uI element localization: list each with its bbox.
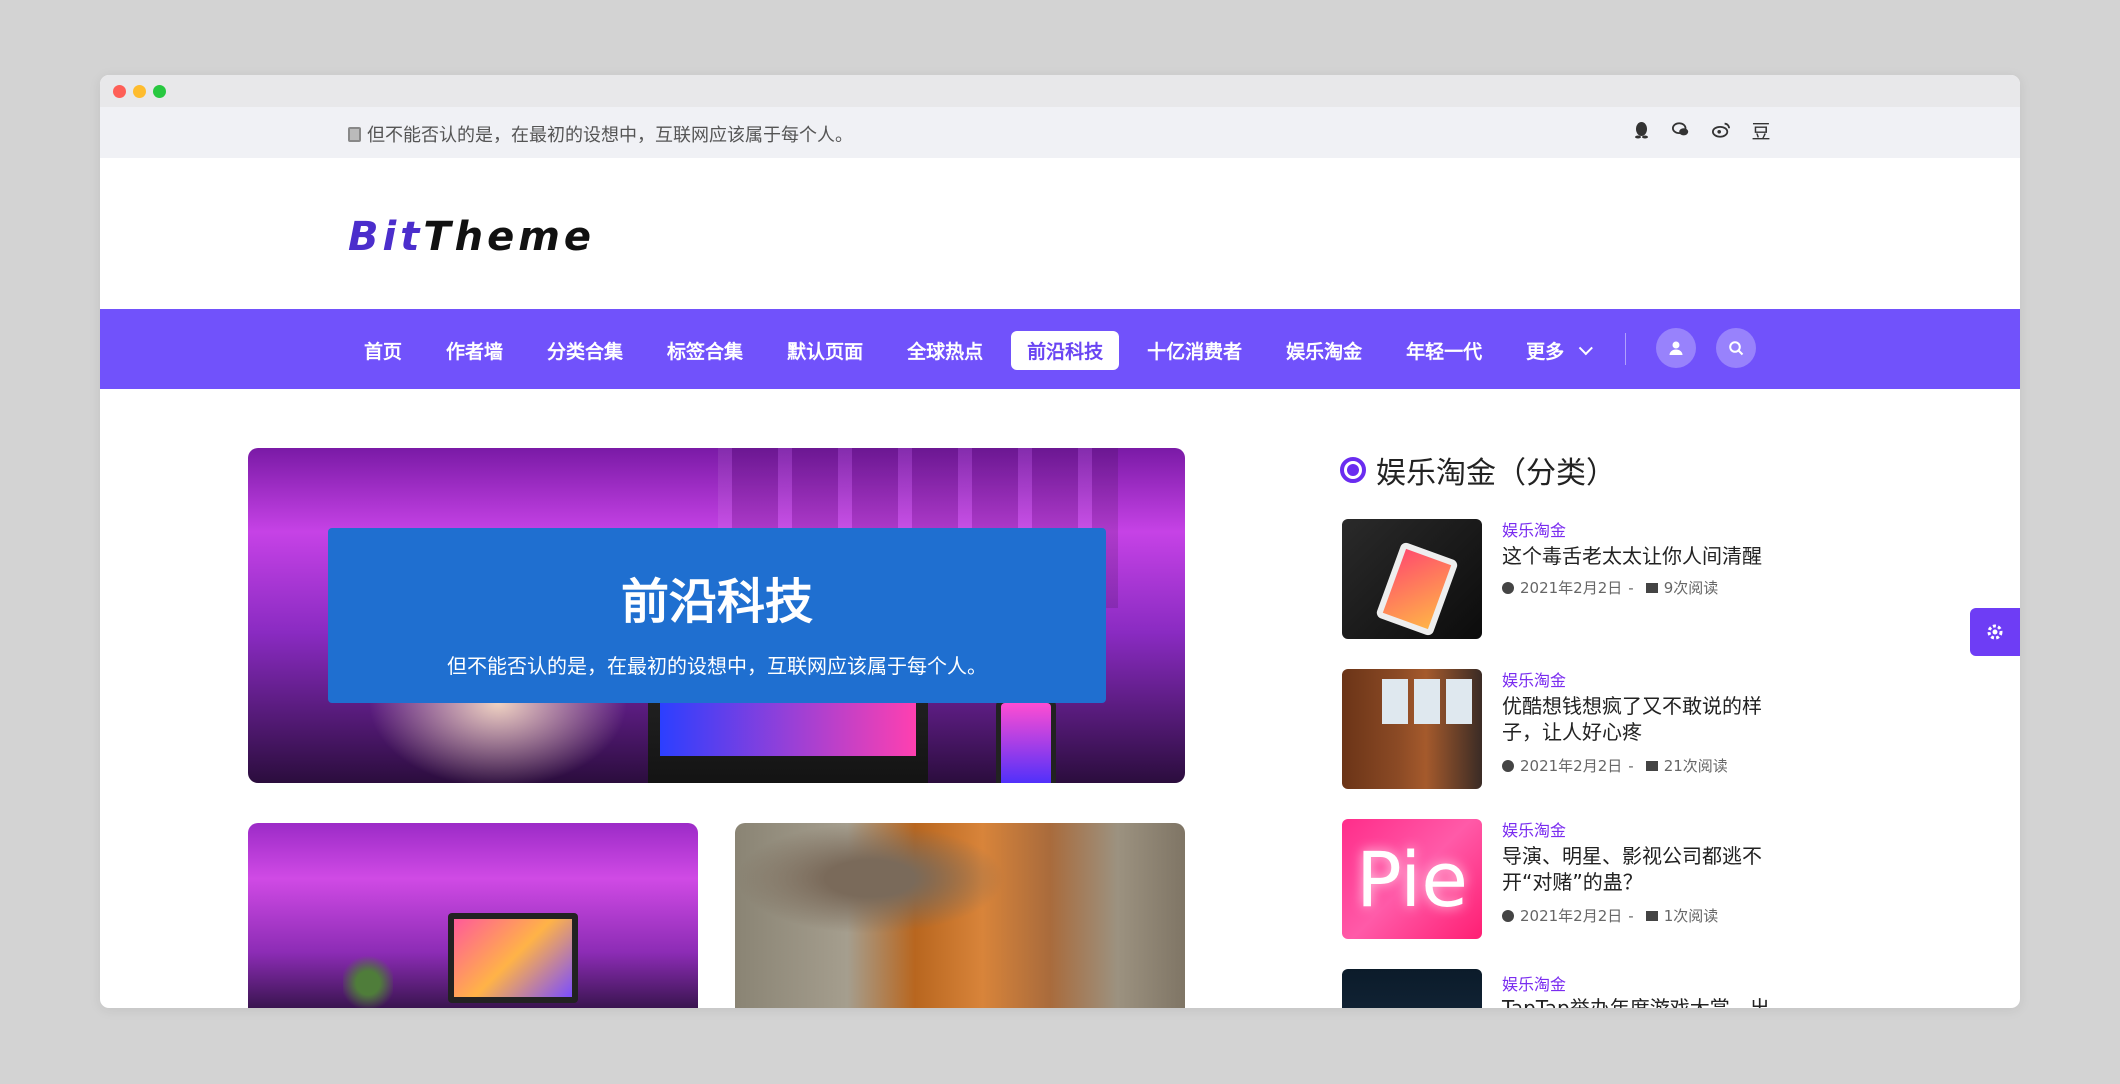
nav-item-billion-consumers[interactable]: 十亿消费者 bbox=[1131, 331, 1258, 370]
post-meta: 2021年2月2日 - 9次阅读 bbox=[1502, 577, 1718, 598]
user-button[interactable] bbox=[1656, 328, 1696, 368]
nav-item-categories[interactable]: 分类合集 bbox=[531, 331, 639, 370]
clock-icon bbox=[1502, 581, 1514, 594]
logo-part-bit: Bit bbox=[348, 214, 424, 260]
post-category[interactable]: 娱乐淘金 bbox=[1502, 971, 1566, 995]
meta-separator: - bbox=[1628, 756, 1634, 775]
search-icon bbox=[1729, 341, 1744, 356]
nav-item-more[interactable]: 更多 bbox=[1510, 331, 1604, 370]
site-logo[interactable]: BitTheme bbox=[348, 214, 595, 260]
radio-dot-icon bbox=[1340, 457, 1366, 483]
nav-menu: 首页 作者墙 分类合集 标签合集 默认页面 全球热点 前沿科技 十亿消费者 娱乐… bbox=[348, 331, 1604, 370]
post-title[interactable]: 导演、明星、影视公司都逃不开“对赌”的蛊？ bbox=[1502, 843, 1782, 895]
hero-card: 前沿科技 但不能否认的是，在最初的设想中，互联网应该属于每个人。 bbox=[328, 528, 1106, 703]
post-reads: 1次阅读 bbox=[1663, 907, 1719, 925]
nav-item-default-page[interactable]: 默认页面 bbox=[771, 331, 879, 370]
post-thumbnail[interactable] bbox=[1342, 969, 1482, 1008]
notice-icon bbox=[348, 126, 361, 142]
notice-text: 但不能否认的是，在最初的设想中，互联网应该属于每个人。 bbox=[367, 125, 853, 146]
nav-item-entertainment[interactable]: 娱乐淘金 bbox=[1270, 331, 1378, 370]
post-meta: 2021年2月2日 - 21次阅读 bbox=[1502, 755, 1728, 776]
clock-icon bbox=[1502, 909, 1514, 922]
top-notice-bar: 但不能否认的是，在最初的设想中，互联网应该属于每个人。 豆 bbox=[100, 107, 2020, 158]
nav-divider bbox=[1625, 333, 1626, 365]
post-category[interactable]: 娱乐淘金 bbox=[1502, 667, 1566, 691]
user-icon bbox=[1669, 341, 1683, 355]
wechat-icon[interactable] bbox=[1672, 121, 1690, 139]
nav-item-global-hotspots[interactable]: 全球热点 bbox=[891, 331, 999, 370]
post-reads: 21次阅读 bbox=[1663, 757, 1728, 775]
clock-icon bbox=[1502, 759, 1514, 772]
book-icon bbox=[1645, 910, 1658, 921]
post-category[interactable]: 娱乐淘金 bbox=[1502, 817, 1566, 841]
book-icon bbox=[1645, 582, 1658, 593]
widget-title-text: 娱乐淘金（分类） bbox=[1376, 456, 1616, 491]
widget-title: 娱乐淘金（分类） bbox=[1340, 448, 1780, 492]
hero-banner[interactable]: 前沿科技 但不能否认的是，在最初的设想中，互联网应该属于每个人。 bbox=[248, 448, 1185, 783]
nav-item-tags[interactable]: 标签合集 bbox=[651, 331, 759, 370]
qq-icon[interactable] bbox=[1632, 121, 1650, 139]
chevron-down-icon bbox=[1578, 340, 1594, 355]
search-button[interactable] bbox=[1716, 328, 1756, 368]
plant-image bbox=[343, 953, 393, 1008]
book-icon bbox=[1645, 760, 1658, 771]
post-title[interactable]: 优酷想钱想疯了又不敢说的样子，让人好心疼 bbox=[1502, 693, 1782, 745]
social-links: 豆 bbox=[1632, 121, 1771, 143]
list-item[interactable]: 娱乐淘金 优酷想钱想疯了又不敢说的样子，让人好心疼 2021年2月2日 - 21… bbox=[1340, 669, 1780, 794]
meta-separator: - bbox=[1628, 906, 1634, 925]
post-thumbnail[interactable] bbox=[1342, 669, 1482, 789]
hero-subtitle: 但不能否认的是，在最初的设想中，互联网应该属于每个人。 bbox=[447, 654, 987, 678]
minimize-window-button[interactable] bbox=[133, 85, 146, 98]
post-thumbnail[interactable] bbox=[1342, 519, 1482, 639]
window-titlebar bbox=[100, 75, 2020, 107]
post-category[interactable]: 娱乐淘金 bbox=[1502, 517, 1566, 541]
gear-icon bbox=[1987, 624, 2003, 640]
post-thumbnail[interactable]: Pie bbox=[1342, 819, 1482, 939]
post-title[interactable]: TapTap举办年度游戏大赏，出 bbox=[1502, 995, 1780, 1008]
post-card-image[interactable] bbox=[248, 823, 698, 1008]
maximize-window-button[interactable] bbox=[153, 85, 166, 98]
site-header: BitTheme bbox=[100, 158, 2020, 309]
nav-item-young-generation[interactable]: 年轻一代 bbox=[1390, 331, 1498, 370]
post-reads: 9次阅读 bbox=[1663, 579, 1719, 597]
post-meta: 2021年2月2日 - 1次阅读 bbox=[1502, 905, 1718, 926]
meta-separator: - bbox=[1628, 578, 1634, 597]
post-date: 2021年2月2日 bbox=[1520, 757, 1623, 775]
hero-image-phone bbox=[996, 698, 1056, 783]
hero-title: 前沿科技 bbox=[620, 574, 813, 630]
notice: 但不能否认的是，在最初的设想中，互联网应该属于每个人。 bbox=[348, 121, 853, 147]
nav-item-home[interactable]: 首页 bbox=[348, 331, 418, 370]
logo-part-theme: Theme bbox=[423, 214, 596, 260]
laptop-image bbox=[448, 913, 578, 1003]
nav-item-frontier-tech[interactable]: 前沿科技 bbox=[1011, 331, 1120, 370]
post-card-image[interactable] bbox=[735, 823, 1185, 1008]
nav-more-label: 更多 bbox=[1526, 341, 1565, 363]
post-date: 2021年2月2日 bbox=[1520, 579, 1623, 597]
list-item[interactable]: 娱乐淘金 这个毒舌老太太让你人间清醒 2021年2月2日 - 9次阅读 bbox=[1340, 519, 1780, 644]
list-item[interactable]: Pie 娱乐淘金 导演、明星、影视公司都逃不开“对赌”的蛊？ 2021年2月2日… bbox=[1340, 819, 1780, 944]
douban-icon[interactable]: 豆 bbox=[1752, 121, 1771, 143]
main-nav: 首页 作者墙 分类合集 标签合集 默认页面 全球热点 前沿科技 十亿消费者 娱乐… bbox=[100, 309, 2020, 389]
close-window-button[interactable] bbox=[113, 85, 126, 98]
nav-item-authors[interactable]: 作者墙 bbox=[430, 331, 519, 370]
post-title[interactable]: 这个毒舌老太太让你人间清醒 bbox=[1502, 543, 1782, 569]
post-date: 2021年2月2日 bbox=[1520, 907, 1623, 925]
list-item[interactable]: 娱乐淘金 TapTap举办年度游戏大赏，出 bbox=[1340, 969, 1780, 1008]
settings-float-button[interactable] bbox=[1970, 608, 2020, 656]
sidebar-widget: 娱乐淘金（分类） 娱乐淘金 这个毒舌老太太让你人间清醒 2021年2月2日 - … bbox=[1340, 448, 1780, 1008]
weibo-icon[interactable] bbox=[1712, 121, 1730, 139]
